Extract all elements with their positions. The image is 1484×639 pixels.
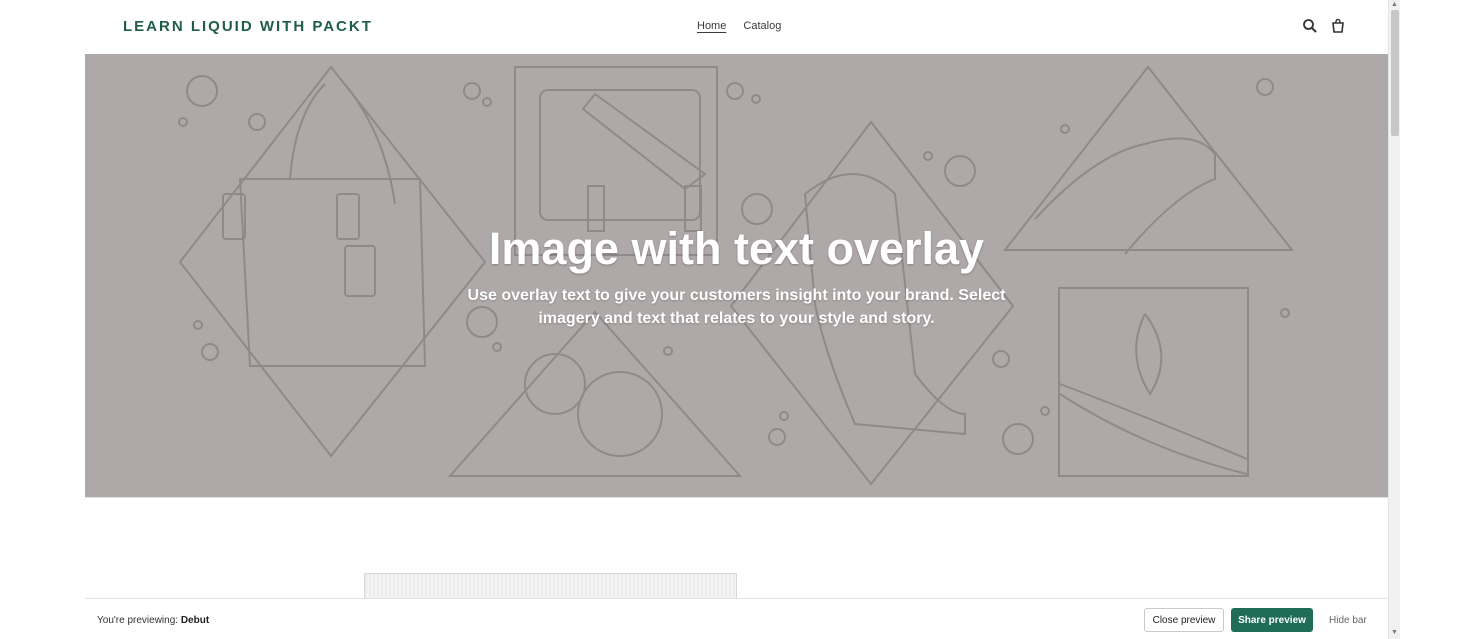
hero-banner: Image with text overlay Use overlay text…: [85, 54, 1388, 498]
header-icons: [1302, 18, 1346, 34]
hide-bar-link[interactable]: Hide bar: [1329, 615, 1367, 626]
nav-item-catalog[interactable]: Catalog: [743, 20, 781, 32]
hero-subtitle: Use overlay text to give your customers …: [467, 287, 1006, 327]
scroll-up-icon[interactable]: ▲: [1391, 1, 1398, 8]
site-header: LEARN LIQUID WITH PACKT Home Catalog: [85, 0, 1388, 54]
preview-bar: You're previewing: Debut Close preview S…: [85, 598, 1388, 639]
cart-icon[interactable]: [1330, 18, 1346, 34]
close-preview-button[interactable]: Close preview: [1144, 608, 1224, 632]
store-logo[interactable]: LEARN LIQUID WITH PACKT: [123, 18, 373, 35]
section-divider: [85, 497, 1388, 498]
preview-theme-name: Debut: [180, 615, 210, 626]
scrollbar-thumb[interactable]: [1391, 10, 1399, 136]
right-gutter: [1400, 0, 1484, 639]
hero-title: Image with text overlay: [488, 223, 985, 274]
hero-text-overlay: Image with text overlay Use overlay text…: [85, 222, 1388, 330]
preview-status: You're previewing: Debut: [97, 615, 209, 626]
scroll-down-icon[interactable]: ▼: [1391, 629, 1398, 636]
main-nav: Home Catalog: [697, 20, 795, 32]
preview-prefix: You're previewing:: [97, 615, 179, 626]
share-preview-button[interactable]: Share preview: [1231, 608, 1313, 632]
search-icon[interactable]: [1302, 18, 1318, 34]
nav-item-home[interactable]: Home: [697, 20, 726, 32]
